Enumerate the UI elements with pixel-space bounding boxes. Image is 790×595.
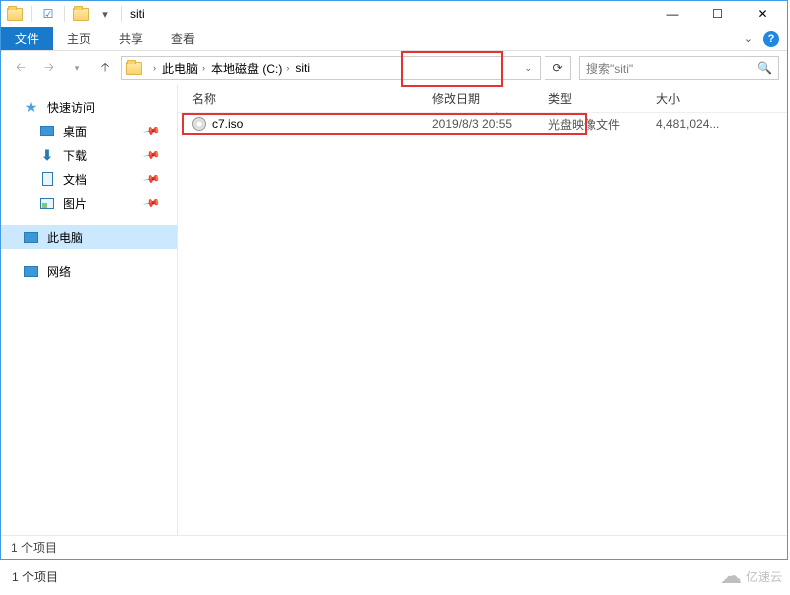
search-icon: 🔍 (757, 61, 772, 75)
nav-downloads[interactable]: ⬇下载📌 (1, 143, 177, 167)
refresh-button[interactable]: ⟳ (545, 56, 571, 80)
qat-properties-icon[interactable]: ☑ (40, 6, 56, 22)
file-size: 4,481,024... (650, 117, 740, 131)
help-icon[interactable]: ? (763, 31, 779, 47)
crumb-drive[interactable]: 本地磁盘 (C:)› (208, 57, 292, 79)
file-date: 2019/8/3 20:55 (426, 117, 542, 131)
star-icon: ★ (23, 99, 39, 115)
nav-quick-access[interactable]: ★快速访问 (1, 95, 177, 119)
address-folder-icon (126, 62, 142, 75)
pin-icon: 📌 (143, 122, 162, 141)
search-input[interactable]: 搜索"siti" 🔍 (579, 56, 779, 80)
search-placeholder: 搜索"siti" (586, 60, 633, 77)
nav-desktop[interactable]: 桌面📌 (1, 119, 177, 143)
document-icon (39, 171, 55, 187)
highlight-annotation (401, 51, 503, 87)
pin-icon: 📌 (143, 146, 162, 165)
app-folder-icon (7, 6, 23, 22)
close-button[interactable]: ✕ (740, 1, 785, 27)
col-name[interactable]: 名称 (186, 90, 426, 107)
separator (121, 6, 122, 22)
up-button[interactable]: 🡡 (93, 56, 117, 80)
pc-icon (23, 229, 39, 245)
minimize-button[interactable]: ― (650, 1, 695, 27)
col-type[interactable]: 类型 (542, 90, 650, 107)
nav-documents[interactable]: 文档📌 (1, 167, 177, 191)
tab-view[interactable]: 查看 (157, 27, 209, 50)
download-icon: ⬇ (39, 147, 55, 163)
nav-thispc[interactable]: 此电脑 (1, 225, 177, 249)
pin-icon: 📌 (143, 194, 162, 213)
back-button[interactable]: 🡠 (9, 56, 33, 80)
crumb-folder[interactable]: siti (292, 57, 313, 79)
nav-network[interactable]: 网络 (1, 259, 177, 283)
status-bar: 1 个项目 (1, 535, 787, 559)
maximize-button[interactable]: ☐ (695, 1, 740, 27)
sort-indicator-icon: ⌃ (493, 111, 501, 122)
file-name: c7.iso (212, 117, 243, 131)
column-headers: 名称 修改日期 类型 大小 (178, 85, 787, 113)
desktop-icon (39, 123, 55, 139)
window-title: siti (130, 7, 145, 21)
file-list[interactable]: 名称 修改日期 类型 大小 ⌃ c7.iso 2019/8/3 20:55 光盘… (178, 85, 787, 535)
separator (31, 6, 32, 22)
qat-dropdown-icon[interactable]: ▾ (97, 6, 113, 22)
separator (64, 6, 65, 22)
iso-icon (192, 117, 206, 131)
qat-folder-icon[interactable] (73, 6, 89, 22)
crumb-root[interactable]: › (146, 57, 159, 79)
forward-button[interactable]: 🡢 (37, 56, 61, 80)
address-bar[interactable]: › 此电脑› 本地磁盘 (C:)› siti ⌄ (121, 56, 541, 80)
explorer-window: ☑ ▾ siti ― ☐ ✕ 文件 主页 共享 查看 ⌄ ? 🡠 🡢 ▾ 🡡 ›… (0, 0, 788, 560)
ribbon-tabs: 文件 主页 共享 查看 ⌄ ? (1, 27, 787, 51)
tab-file[interactable]: 文件 (1, 27, 53, 50)
pin-icon: 📌 (143, 170, 162, 189)
nav-pane[interactable]: ★快速访问 桌面📌 ⬇下载📌 文档📌 图片📌 此电脑 网络 (1, 85, 178, 535)
address-dropdown-icon[interactable]: ⌄ (518, 63, 538, 74)
watermark: ☁ 亿速云 (720, 563, 782, 589)
recent-dropdown[interactable]: ▾ (65, 56, 89, 80)
titlebar[interactable]: ☑ ▾ siti ― ☐ ✕ (1, 1, 787, 27)
item-count: 1 个项目 (11, 539, 57, 556)
ribbon-expand-icon[interactable]: ⌄ (744, 32, 753, 45)
col-size[interactable]: 大小 (650, 90, 740, 107)
cloud-icon: ☁ (720, 563, 742, 589)
body: ★快速访问 桌面📌 ⬇下载📌 文档📌 图片📌 此电脑 网络 名称 修改日期 类型… (1, 85, 787, 535)
navigation-bar: 🡠 🡢 ▾ 🡡 › 此电脑› 本地磁盘 (C:)› siti ⌄ ⟳ 搜索"si… (1, 51, 787, 85)
crumb-thispc[interactable]: 此电脑› (159, 57, 208, 79)
network-icon (23, 263, 39, 279)
file-row[interactable]: c7.iso 2019/8/3 20:55 光盘映像文件 4,481,024..… (178, 113, 787, 135)
nav-pictures[interactable]: 图片📌 (1, 191, 177, 215)
col-date[interactable]: 修改日期 (426, 90, 542, 107)
window-controls: ― ☐ ✕ (650, 1, 785, 27)
pictures-icon (39, 195, 55, 211)
file-type: 光盘映像文件 (542, 116, 650, 133)
footer-count: 1 个项目 (12, 568, 58, 585)
tab-share[interactable]: 共享 (105, 27, 157, 50)
tab-home[interactable]: 主页 (53, 27, 105, 50)
